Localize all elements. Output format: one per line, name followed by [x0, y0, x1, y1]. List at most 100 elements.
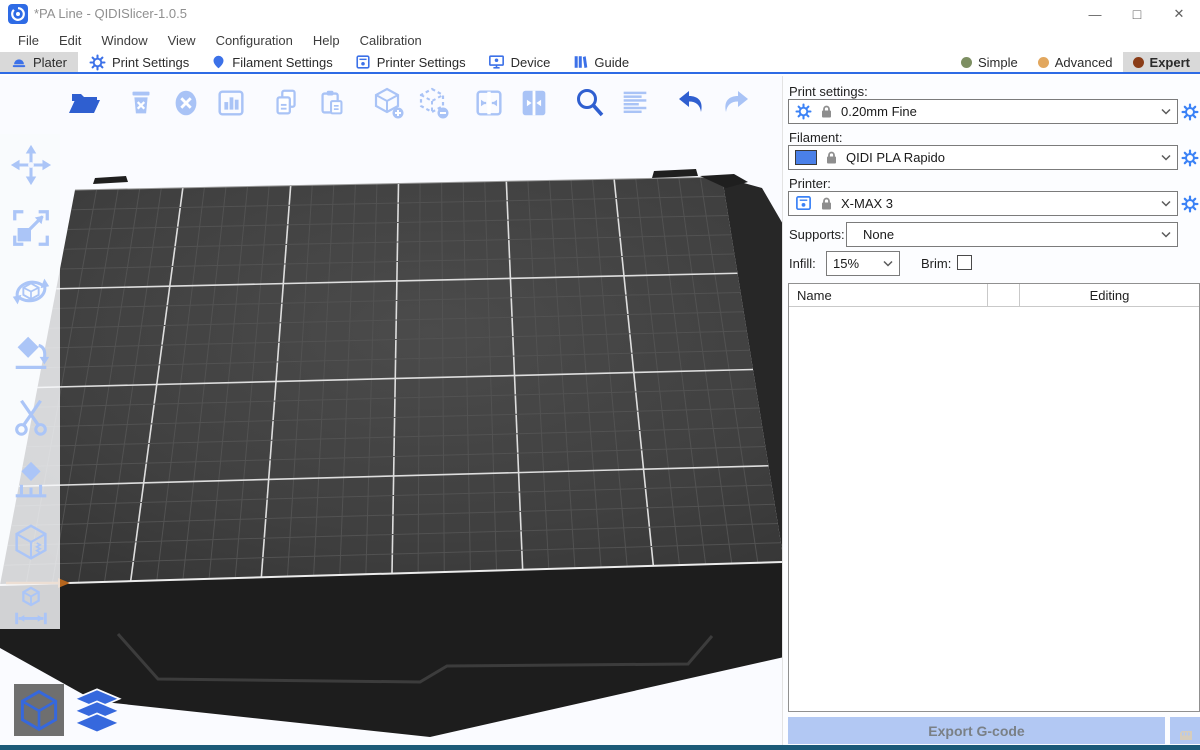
tab-printer-settings[interactable]: Printer Settings [344, 52, 477, 72]
seam-tool[interactable] [8, 520, 54, 566]
export-gcode-button[interactable]: Export G-code [788, 717, 1165, 744]
cut-tool[interactable] [8, 394, 54, 440]
add-instance-button[interactable] [367, 82, 409, 124]
paste-icon [315, 86, 349, 120]
device-icon [488, 54, 505, 70]
search-button[interactable] [569, 82, 611, 124]
place-on-face-tool[interactable] [8, 331, 54, 377]
tab-print-settings[interactable]: Print Settings [78, 52, 200, 72]
filament-icon [211, 54, 226, 70]
seam-icon [9, 521, 53, 565]
cut-scissors-icon [9, 395, 53, 439]
filament-label: Filament: [789, 130, 842, 145]
printer-select[interactable]: X-MAX 3 [788, 191, 1178, 216]
sd-card-icon [1179, 730, 1193, 741]
window-title: *PA Line - QIDISlicer-1.0.5 [34, 6, 187, 21]
print-settings-gear-button[interactable] [1179, 101, 1200, 123]
menu-item-help[interactable]: Help [303, 30, 350, 51]
close-button[interactable]: ✕ [1158, 0, 1200, 28]
paint-supports-tool[interactable] [8, 457, 54, 503]
delete-all-button[interactable] [165, 82, 207, 124]
move-icon [9, 143, 53, 187]
menu-item-edit[interactable]: Edit [49, 30, 91, 51]
arrange-button[interactable] [210, 82, 252, 124]
printer-gear-button[interactable] [1179, 193, 1200, 215]
preview-layers-icon [72, 685, 122, 735]
filament-gear-button[interactable] [1179, 147, 1200, 169]
search-icon [572, 85, 608, 121]
open-folder-icon [67, 85, 103, 121]
lock-icon [819, 196, 834, 211]
place-on-face-icon [9, 332, 53, 376]
gear-icon [1181, 103, 1199, 121]
maximize-button[interactable]: □ [1116, 0, 1158, 28]
variable-layer-height-icon [618, 86, 652, 120]
chevron-down-icon [883, 260, 893, 267]
app-logo-icon [8, 4, 28, 24]
object-list[interactable]: Name Editing [788, 283, 1200, 712]
filament-color-swatch [795, 150, 817, 165]
split-to-parts-button[interactable] [513, 82, 555, 124]
delete-all-icon [169, 86, 203, 120]
print-settings-select[interactable]: 0.20mm Fine [788, 99, 1178, 124]
printer-label: Printer: [789, 176, 831, 191]
view-mode-buttons [14, 684, 122, 736]
tab-bar: Plater Print Settings Filament Settings … [0, 52, 1200, 74]
rotate-icon [9, 269, 53, 313]
chevron-down-icon [1161, 154, 1171, 161]
mode-advanced[interactable]: Advanced [1028, 52, 1123, 72]
measure-tool[interactable] [8, 583, 54, 629]
redo-button[interactable] [715, 82, 757, 124]
brim-checkbox[interactable] [957, 255, 972, 270]
tab-plater[interactable]: Plater [0, 52, 78, 72]
split-objects-icon [472, 86, 506, 120]
filament-value: QIDI PLA Rapido [846, 150, 1154, 165]
advanced-mode-dot [1038, 57, 1049, 68]
open-button[interactable] [64, 82, 106, 124]
arrange-icon [214, 86, 248, 120]
menu-item-file[interactable]: File [8, 30, 49, 51]
delete-button[interactable] [120, 82, 162, 124]
brim-label: Brim: [921, 256, 951, 271]
supports-select[interactable]: None [846, 222, 1178, 247]
tab-device[interactable]: Device [477, 52, 562, 72]
export-to-sd-button[interactable] [1170, 717, 1200, 744]
move-tool[interactable] [8, 142, 54, 188]
variable-layer-height-button[interactable] [614, 82, 656, 124]
object-list-header: Name Editing [789, 284, 1199, 307]
title-bar: *PA Line - QIDISlicer-1.0.5 — □ ✕ [0, 0, 1200, 28]
simple-mode-dot [961, 57, 972, 68]
mode-simple[interactable]: Simple [951, 52, 1028, 72]
copy-icon [270, 86, 304, 120]
undo-button[interactable] [670, 82, 712, 124]
supports-label: Supports: [789, 227, 845, 242]
scale-tool[interactable] [8, 205, 54, 251]
measure-icon [9, 584, 53, 628]
paste-button[interactable] [311, 82, 353, 124]
copy-button[interactable] [266, 82, 308, 124]
tab-guide[interactable]: Guide [561, 52, 640, 72]
plater-toolbar [64, 82, 757, 124]
3d-viewport[interactable] [0, 76, 782, 745]
preview-view-button[interactable] [72, 684, 122, 736]
editor-view-button[interactable] [14, 684, 64, 736]
infill-select[interactable]: 15% [826, 251, 900, 276]
infill-value: 15% [833, 256, 876, 271]
tab-filament-settings[interactable]: Filament Settings [200, 52, 343, 72]
rotate-tool[interactable] [8, 268, 54, 314]
menu-item-calibration[interactable]: Calibration [350, 30, 432, 51]
menu-item-configuration[interactable]: Configuration [206, 30, 303, 51]
split-to-objects-button[interactable] [468, 82, 510, 124]
filament-select[interactable]: QIDI PLA Rapido [788, 145, 1178, 170]
gear-icon [89, 54, 106, 71]
printer-value: X-MAX 3 [841, 196, 1154, 211]
column-header-name: Name [789, 284, 988, 306]
mode-expert[interactable]: Expert [1123, 52, 1200, 72]
minimize-button[interactable]: — [1074, 0, 1116, 28]
menu-item-window[interactable]: Window [91, 30, 157, 51]
printer-icon [355, 54, 371, 70]
menu-bar: FileEditWindowViewConfigurationHelpCalib… [0, 28, 1200, 52]
expert-mode-dot [1133, 57, 1144, 68]
remove-instance-button[interactable] [412, 82, 454, 124]
menu-item-view[interactable]: View [158, 30, 206, 51]
